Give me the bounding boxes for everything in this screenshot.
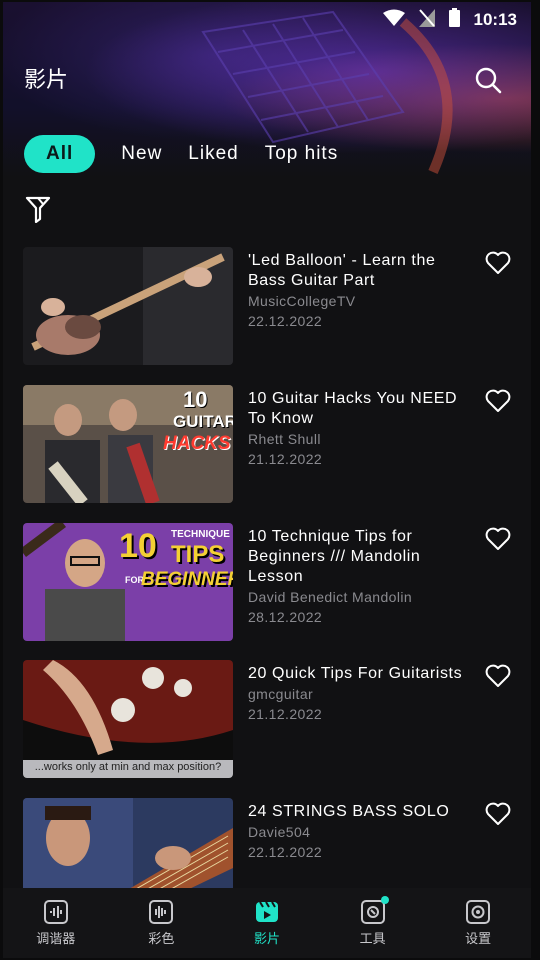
nav-label: 调谐器 — [36, 930, 76, 946]
filter-button[interactable] — [25, 195, 51, 224]
video-title: 10 Technique Tips for Beginners /// Mand… — [248, 528, 421, 585]
video-item[interactable]: 10 GUITAR HACKS 10 Guitar Hacks You NEED… — [3, 385, 531, 507]
video-date: 28.12.2022 — [248, 609, 323, 625]
settings-icon — [466, 899, 491, 924]
nav-label: 彩色 — [148, 930, 175, 946]
battery-icon — [448, 8, 460, 32]
video-thumbnail[interactable] — [23, 247, 233, 365]
nav-label: 影片 — [253, 930, 280, 946]
search-button[interactable] — [473, 65, 503, 95]
status-bar: 10:13 — [3, 2, 531, 38]
like-button[interactable] — [485, 664, 511, 688]
heart-icon — [485, 527, 511, 550]
video-item[interactable]: 10 TECHNIQUE TIPS FOR BEGINNERS 10 Techn… — [3, 523, 531, 645]
video-info: 10 Technique Tips for Beginners /// Mand… — [248, 527, 473, 627]
search-icon — [475, 67, 502, 94]
tab-top-hits[interactable]: Top hits — [265, 135, 338, 173]
heart-icon — [485, 802, 511, 825]
thumbnail-caption: ...works only at min and max position? — [34, 761, 222, 773]
audio-wave-icon — [149, 899, 174, 924]
video-title: 10 Guitar Hacks You NEED To Know — [248, 390, 458, 427]
notification-badge — [380, 895, 389, 904]
video-info: 24 STRINGS BASS SOLO Davie504 22.12.2022 — [248, 802, 473, 862]
status-time: 10:13 — [473, 10, 517, 29]
no-signal-icon — [418, 8, 435, 32]
video-date: 21.12.2022 — [248, 451, 323, 467]
bottom-navigation: 调谐器 彩色 影片 工具 设置 — [3, 888, 531, 958]
video-item[interactable]: ...works only at min and max position? 2… — [3, 660, 531, 782]
thumbnail-number: 10 — [119, 527, 157, 565]
app-screen: 10:13 影片 All New Liked Top hits 'Led Bal… — [3, 2, 531, 958]
video-channel: MusicCollegeTV — [248, 293, 356, 309]
thumbnail-text: TIPS — [171, 541, 225, 568]
nav-label: 设置 — [465, 930, 492, 946]
page-title: 影片 — [24, 67, 69, 92]
video-thumbnail[interactable]: 10 GUITAR HACKS — [23, 385, 233, 503]
like-button[interactable] — [485, 527, 511, 551]
heart-icon — [485, 664, 511, 687]
video-info: 'Led Balloon' - Learn the Bass Guitar Pa… — [248, 251, 473, 331]
video-thumbnail[interactable]: ...works only at min and max position? — [23, 660, 233, 778]
like-button[interactable] — [485, 802, 511, 826]
video-title: 24 STRINGS BASS SOLO — [248, 803, 450, 820]
nav-settings[interactable]: 设置 — [425, 888, 531, 958]
video-channel: gmcguitar — [248, 686, 314, 702]
filter-icon — [25, 196, 51, 224]
heart-icon — [485, 389, 511, 412]
video-channel: Davie504 — [248, 824, 311, 840]
nav-tuner[interactable]: 调谐器 — [3, 888, 109, 958]
wifi-icon — [382, 9, 405, 32]
like-button[interactable] — [485, 251, 511, 275]
tab-liked[interactable]: Liked — [188, 135, 238, 173]
video-date: 22.12.2022 — [248, 844, 323, 860]
filter-tabs: All New Liked Top hits — [24, 135, 364, 173]
heart-icon — [485, 251, 511, 274]
video-icon — [255, 900, 279, 924]
nav-label: 工具 — [359, 930, 386, 946]
video-channel: David Benedict Mandolin — [248, 589, 413, 605]
nav-videos[interactable]: 影片 — [214, 888, 320, 958]
thumbnail-text: HACKS — [163, 433, 231, 454]
tools-icon — [360, 895, 389, 924]
video-date: 22.12.2022 — [248, 313, 323, 329]
thumbnail-text: BEGINNERS — [141, 569, 233, 590]
video-info: 10 Guitar Hacks You NEED To Know Rhett S… — [248, 389, 473, 469]
nav-color[interactable]: 彩色 — [109, 888, 215, 958]
video-item[interactable]: 'Led Balloon' - Learn the Bass Guitar Pa… — [3, 247, 531, 369]
video-date: 21.12.2022 — [248, 706, 323, 722]
thumbnail-text: GUITAR — [173, 412, 233, 431]
video-title: 'Led Balloon' - Learn the Bass Guitar Pa… — [248, 252, 436, 289]
tab-new[interactable]: New — [121, 135, 162, 173]
nav-tools[interactable]: 工具 — [320, 888, 426, 958]
video-channel: Rhett Shull — [248, 431, 321, 447]
video-info: 20 Quick Tips For Guitarists gmcguitar 2… — [248, 664, 473, 724]
tab-all[interactable]: All — [24, 135, 96, 173]
like-button[interactable] — [485, 389, 511, 413]
thumbnail-number: 10 — [183, 387, 208, 412]
tuner-icon — [43, 899, 68, 924]
thumbnail-text: TECHNIQUE — [171, 529, 230, 540]
video-title: 20 Quick Tips For Guitarists — [248, 665, 463, 682]
video-thumbnail[interactable]: 10 TECHNIQUE TIPS FOR BEGINNERS — [23, 523, 233, 641]
